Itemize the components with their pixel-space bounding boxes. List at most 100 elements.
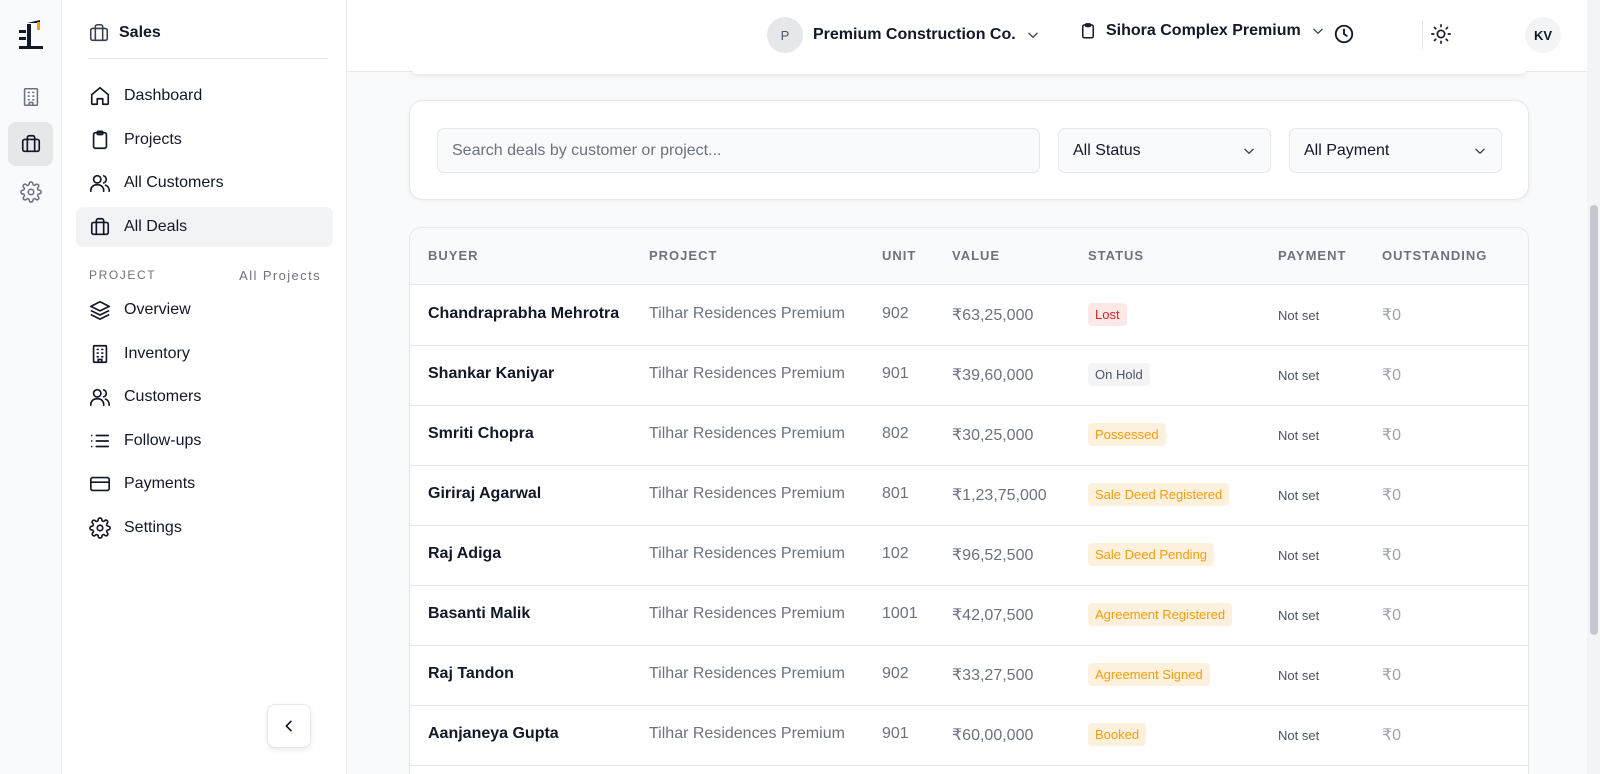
sidebar-item-all-deals[interactable]: All Deals xyxy=(76,207,333,247)
project-switcher[interactable]: Sihora Complex Premium xyxy=(1079,22,1325,40)
sidebar-item-label: Customers xyxy=(124,388,202,405)
status-filter-select[interactable]: All Status xyxy=(1058,128,1271,173)
payment-cell: Not set xyxy=(1278,608,1320,623)
users-icon xyxy=(90,174,110,193)
sidebar-section-title: Sales xyxy=(119,24,161,41)
payment-cell: Not set xyxy=(1278,428,1320,443)
building-icon xyxy=(92,344,108,364)
clipboard-icon xyxy=(92,130,108,150)
unit-cell: 902 xyxy=(882,665,909,682)
project-label: PROJECT xyxy=(89,268,157,282)
column-header-unit[interactable]: UNIT xyxy=(882,248,916,263)
sidebar-item-payments[interactable]: Payments xyxy=(76,464,333,504)
outstanding-cell: ₹0 xyxy=(1382,607,1402,624)
project-cell: Tilhar Residences Premium xyxy=(649,305,845,322)
sidebar-header: Sales xyxy=(88,20,328,59)
status-badge: Agreement Signed xyxy=(1088,663,1210,686)
user-avatar[interactable]: KV xyxy=(1525,17,1561,53)
value-cell: ₹33,27,500 xyxy=(952,667,1034,684)
list-icon xyxy=(90,434,110,448)
credit-card-icon xyxy=(90,476,110,492)
sidebar-item-customers[interactable]: Customers xyxy=(76,377,333,417)
history-clock-icon[interactable] xyxy=(1333,23,1355,45)
column-header-value[interactable]: VALUE xyxy=(952,248,1000,263)
project-scope-link[interactable]: All Projects xyxy=(239,268,321,283)
sidebar-item-label: Inventory xyxy=(124,345,190,362)
building-icon xyxy=(23,87,38,107)
sidebar-item-label: All Deals xyxy=(124,218,188,235)
column-header-buyer[interactable]: BUYER xyxy=(428,248,479,263)
rail-buildings-button[interactable] xyxy=(8,75,53,119)
status-badge: Lost xyxy=(1088,303,1127,326)
sidebar-item-label: All Customers xyxy=(124,174,224,191)
briefcase-icon xyxy=(90,217,110,236)
sidebar-item-overview[interactable]: Overview xyxy=(76,290,333,330)
sidebar-item-label: Follow-ups xyxy=(124,432,202,449)
unit-cell: 901 xyxy=(882,365,909,382)
outstanding-cell: ₹0 xyxy=(1382,367,1402,384)
sidebar-item-settings[interactable]: Settings xyxy=(76,508,333,548)
column-header-outstanding[interactable]: OUTSTANDING xyxy=(1382,248,1487,263)
payment-cell: Not set xyxy=(1278,668,1320,683)
project-cell: Tilhar Residences Premium xyxy=(649,485,845,502)
payment-cell: Not set xyxy=(1278,488,1320,503)
chevron-down-icon xyxy=(1027,32,1038,38)
table-row[interactable]: Giriraj Agarwal Tilhar Residences Premiu… xyxy=(410,465,1528,526)
outstanding-cell: ₹0 xyxy=(1382,547,1402,564)
sidebar-item-dashboard[interactable]: Dashboard xyxy=(76,76,333,116)
collapse-sidebar-button[interactable] xyxy=(267,704,311,748)
table-header: BUYER PROJECT UNIT VALUE STATUS PAYMENT … xyxy=(410,228,1528,285)
sidebar-item-all-customers[interactable]: All Customers xyxy=(76,163,333,203)
payment-filter-select[interactable]: All Payment xyxy=(1289,128,1502,173)
icon-rail xyxy=(0,0,62,774)
payment-filter-value: All Payment xyxy=(1304,141,1390,159)
outstanding-cell: ₹0 xyxy=(1382,667,1402,684)
table-row[interactable]: Aanjaneya Gupta Tilhar Residences Premiu… xyxy=(410,705,1528,766)
status-badge: Booked xyxy=(1088,723,1147,746)
table-row[interactable]: Raj Adiga Tilhar Residences Premium 102 … xyxy=(410,525,1528,586)
project-cell: Tilhar Residences Premium xyxy=(649,725,845,742)
sidebar-item-projects[interactable]: Projects xyxy=(76,120,333,160)
column-header-payment[interactable]: PAYMENT xyxy=(1278,248,1346,263)
unit-cell: 801 xyxy=(882,485,909,502)
value-cell: ₹96,52,500 xyxy=(952,547,1034,564)
sun-theme-icon[interactable] xyxy=(1430,23,1452,45)
topbar-divider xyxy=(1422,20,1423,50)
buyer-cell: Raj Tandon xyxy=(428,665,514,682)
search-input[interactable] xyxy=(437,128,1040,173)
table-row[interactable]: Smriti Chopra Tilhar Residences Premium … xyxy=(410,405,1528,466)
sidebar-item-inventory[interactable]: Inventory xyxy=(76,334,333,374)
organization-switcher[interactable]: P Premium Construction Co. xyxy=(767,17,1040,53)
column-header-project[interactable]: PROJECT xyxy=(649,248,717,263)
table-row[interactable]: Raj Tandon Tilhar Residences Premium 902… xyxy=(410,645,1528,706)
crane-logo-icon[interactable] xyxy=(16,18,46,50)
buyer-cell: Basanti Malik xyxy=(428,605,531,622)
project-cell: Tilhar Residences Premium xyxy=(649,365,845,382)
scrollbar-thumb[interactable] xyxy=(1590,205,1598,635)
value-cell: ₹42,07,500 xyxy=(952,607,1034,624)
status-badge: Possessed xyxy=(1088,423,1166,446)
rail-sales-button[interactable] xyxy=(8,122,53,166)
unit-cell: 901 xyxy=(882,725,909,742)
rail-settings-button[interactable] xyxy=(8,170,53,214)
payment-cell: Not set xyxy=(1278,728,1320,743)
organization-name: Premium Construction Co. xyxy=(813,26,1016,43)
chevron-left-icon xyxy=(285,720,292,732)
value-cell: ₹63,25,000 xyxy=(952,307,1034,324)
gear-icon xyxy=(89,517,111,539)
sidebar-item-label: Overview xyxy=(124,301,191,318)
buyer-cell: Chandraprabha Mehrotra xyxy=(428,305,620,322)
column-header-status[interactable]: STATUS xyxy=(1088,248,1144,263)
project-section-label: PROJECT All Projects xyxy=(89,268,321,283)
unit-cell: 802 xyxy=(882,425,909,442)
status-badge: Sale Deed Registered xyxy=(1088,483,1230,506)
buyer-cell: Raj Adiga xyxy=(428,545,502,562)
sidebar-item-follow-ups[interactable]: Follow-ups xyxy=(76,421,333,461)
top-bar: P Premium Construction Co. Sihora Comple… xyxy=(347,0,1600,72)
chevron-down-icon xyxy=(1244,148,1254,154)
table-row[interactable]: Shankar Kaniyar Tilhar Residences Premiu… xyxy=(410,345,1528,406)
table-row[interactable]: Basanti Malik Tilhar Residences Premium … xyxy=(410,585,1528,646)
status-badge: On Hold xyxy=(1088,363,1150,386)
table-row[interactable]: Chandraprabha Mehrotra Tilhar Residences… xyxy=(410,285,1528,346)
value-cell: ₹39,60,000 xyxy=(952,367,1034,384)
